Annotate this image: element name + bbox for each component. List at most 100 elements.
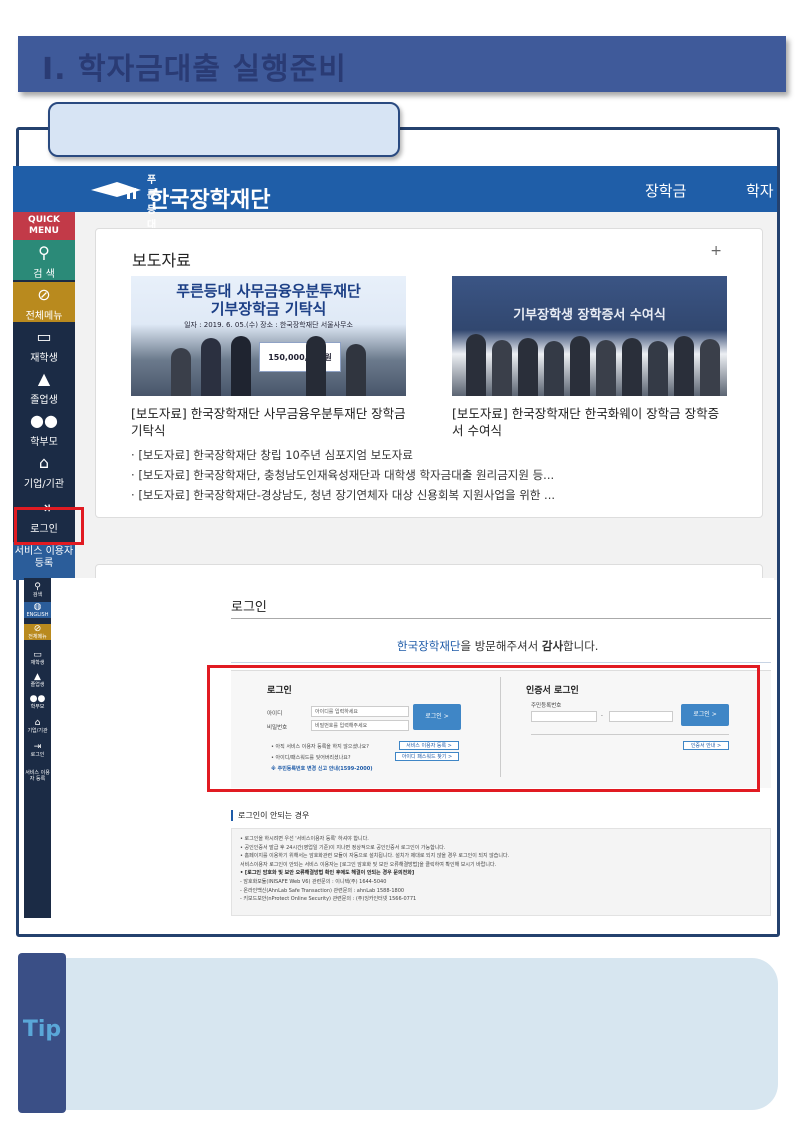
side-graduate[interactable]: ▲ 졸업생 [24, 672, 51, 688]
side-register[interactable]: 서비스 이용자 등록 [24, 770, 51, 782]
fail-line: • [로그인 암호화 및 보안 오류해결방법 확인 후에도 해결이 안되는 경우… [240, 870, 415, 877]
quick-menu-company[interactable]: ⌂ 기업/기관 [13, 450, 75, 491]
divider [231, 618, 771, 619]
photo1-title-line2: 기부장학금 기탁식 [210, 300, 327, 318]
person [518, 338, 538, 396]
section-title-bar: Ⅰ. 학자금대출 실행준비 [18, 36, 786, 92]
press-photo-1[interactable]: 푸른등대 사무금융우분투재단 기부장학금 기탁식 일자 : 2019. 6. 05… [131, 276, 406, 396]
side-all-menu[interactable]: ⊘ 전체메뉴 [24, 624, 51, 640]
side-label: 학부모 [30, 704, 45, 710]
graduation-cap-logo-icon [91, 182, 141, 199]
login-fail-title: 로그인이 안되는 경우 [231, 810, 309, 821]
book-icon: ▭ [36, 327, 52, 346]
page: Ⅰ. 학자금대출 실행준비 푸른등대 한국장학재단 장학금 학자 QUICK M… [0, 0, 802, 1135]
side-search[interactable]: ⚲ 검색 [24, 582, 51, 598]
tip-badge: Tip [18, 953, 66, 1113]
quick-menu-header: QUICK MENU [13, 212, 75, 240]
login-icon: ⇥ [33, 742, 42, 752]
person [648, 341, 668, 396]
side-login[interactable]: ⇥ 로그인 [24, 742, 51, 758]
fail-line: - 암호화모듈(INISAFE Web V6) 관련문의 : 이니텍(주) 16… [240, 878, 387, 885]
quick-menu-all-menu[interactable]: ⊘ 전체메뉴 [13, 282, 75, 322]
fail-line: - 키보드보안(nProtect Online Security) 관련문의 :… [240, 896, 417, 903]
quick-menu-parent[interactable]: ●● 학부모 [13, 408, 75, 449]
press-list-text: [보도자료] 한국장학재단 창립 10주년 심포지엄 보도자료 [138, 448, 413, 462]
compass-icon: ⊘ [37, 285, 51, 304]
press-release-card: 보도자료 + 푸른등대 사무금융우분투재단 기부장학금 기탁식 일자 : 2019… [95, 228, 763, 518]
building-icon: ⌂ [38, 453, 50, 472]
welcome-mid: 을 방문해주셔서 [460, 639, 542, 653]
quick-menu-label: 전체메뉴 [25, 311, 63, 322]
side-label: 전체메뉴 [28, 634, 47, 640]
quick-menu-label: 재학생 [30, 353, 58, 364]
nav-scholarship[interactable]: 장학금 [645, 180, 686, 201]
press-list-text: [보도자료] 한국장학재단, 충청남도인재육성재단과 대학생 학자금대출 원리금… [138, 468, 555, 482]
people-icon: ●● [30, 411, 58, 430]
login-page-title: 로그인 [231, 600, 267, 615]
person [544, 341, 564, 396]
divider [231, 662, 771, 663]
person [201, 338, 221, 396]
photo1-title-line1: 푸른등대 사무금융우분투재단 [176, 282, 361, 300]
login-form-highlight-box [207, 665, 760, 792]
side-label: ENGLISH [26, 612, 49, 618]
tip-content-box [36, 958, 778, 1110]
quick-menu-graduate[interactable]: ▲ 졸업생 [13, 366, 75, 407]
press-caption-2[interactable]: [보도자료] 한국장학재단 한국화웨이 장학금 장학증서 수여식 [452, 405, 727, 439]
search-icon: ⚲ [38, 243, 50, 262]
person [466, 334, 486, 396]
press-caption-1[interactable]: [보도자료] 한국장학재단 사무금융우분투재단 장학금 기탁식 [131, 405, 406, 439]
side-label: 검색 [32, 592, 43, 598]
nav-loan[interactable]: 학자 [746, 180, 774, 201]
photo2-title: 기부장학생 장학증서 수여식 [513, 308, 666, 323]
side-quick-menu: ⚲ 검색 ◍ ENGLISH ⊘ 전체메뉴 ▭ 재학생 ▲ 졸업생 ●● 학부모 ⌂ 기업/기… [24, 578, 51, 918]
tip-label: Tip [22, 1017, 62, 1042]
quick-menu-label: 기업/기관 [23, 479, 65, 490]
quick-menu-student[interactable]: ▭ 재학생 [13, 324, 75, 365]
press-list-text: [보도자료] 한국장학재단-경상남도, 청년 장기연체자 대상 신용회복 지원사… [138, 488, 556, 502]
compass-icon: ⊘ [33, 624, 42, 634]
more-plus-icon[interactable]: + [710, 243, 722, 259]
person [596, 340, 616, 396]
site-header: 푸른등대 한국장학재단 장학금 학자 [13, 166, 777, 231]
graduation-cap-icon: ▲ [34, 672, 41, 682]
side-english[interactable]: ◍ ENGLISH [24, 602, 51, 618]
side-label: 재학생 [30, 660, 45, 666]
press-photo-2[interactable]: 기부장학생 장학증서 수여식 [452, 276, 727, 396]
person [231, 336, 251, 396]
logo-name: 한국장학재단 [149, 188, 271, 213]
quick-menu-label: 졸업생 [30, 395, 58, 406]
person [306, 336, 326, 396]
section-title: Ⅰ. 학자금대출 실행준비 [42, 52, 347, 87]
fail-line: • 로그인을 하시려면 우선 '서비스이용자 등록' 하셔야 합니다. [240, 836, 369, 842]
people-icon: ●● [29, 694, 46, 704]
step-tab [48, 102, 400, 157]
quick-menu-search[interactable]: ⚲ 검 색 [13, 240, 75, 280]
side-parent[interactable]: ●● 학부모 [24, 694, 51, 710]
person [492, 340, 512, 396]
press-title: 보도자료 [132, 251, 191, 270]
side-company[interactable]: ⌂ 기업/기관 [24, 718, 51, 734]
globe-icon: ◍ [33, 602, 42, 612]
press-list-item[interactable]: · [보도자료] 한국장학재단 창립 10주년 심포지엄 보도자료 [131, 445, 751, 465]
welcome-bold: 감사 [541, 639, 564, 653]
press-list-item[interactable]: · [보도자료] 한국장학재단-경상남도, 청년 장기연체자 대상 신용회복 지… [131, 485, 751, 505]
building-icon: ⌂ [34, 718, 41, 728]
welcome-message: 한국장학재단을 방문해주셔서 감사합니다. [397, 638, 598, 654]
search-icon: ⚲ [34, 582, 41, 592]
quick-menu-register[interactable]: 서비스 이용자 등록 [13, 542, 75, 580]
photo1-title: 푸른등대 사무금융우분투재단 기부장학금 기탁식 [131, 282, 406, 318]
side-label: 기업/기관 [27, 728, 48, 734]
book-icon: ▭ [33, 650, 42, 660]
person [674, 336, 694, 396]
person [171, 348, 191, 396]
fail-line: 서비스이용자 로그인이 안되는 서비스 이용자는 [로그인 암호화 및 보안 오… [240, 861, 497, 868]
person [346, 344, 366, 396]
fail-line: - 온라인백신(AhnLab Safe Transaction) 관련문의 : … [240, 887, 405, 894]
person [700, 339, 720, 396]
fail-line: • 공인인증서 발급 후 24시간(영업일 기준)이 지나면 정상적으로 공인인… [240, 844, 446, 851]
side-student[interactable]: ▭ 재학생 [24, 650, 51, 666]
press-list-item[interactable]: · [보도자료] 한국장학재단, 충청남도인재육성재단과 대학생 학자금대출 원… [131, 465, 751, 485]
login-fail-box: • 로그인을 하시려면 우선 '서비스이용자 등록' 하셔야 합니다. • 공인… [231, 828, 771, 916]
graduation-cap-icon: ▲ [37, 369, 51, 388]
